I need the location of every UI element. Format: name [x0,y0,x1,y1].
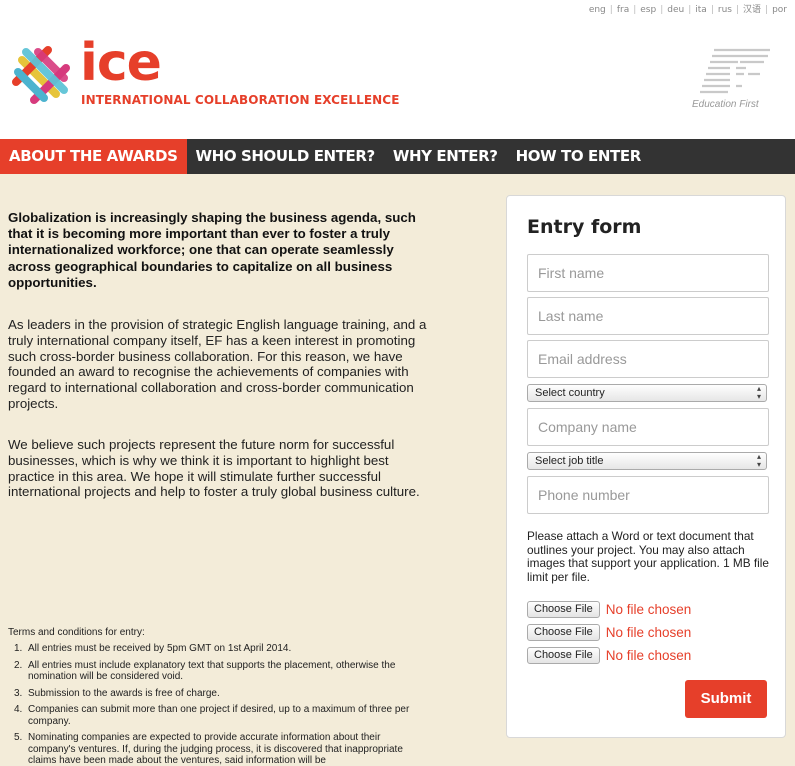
brand-tagline: INTERNATIONAL COLLABORATION EXCELLENCE [81,93,400,107]
job-title-select[interactable]: Select job title ▴ ▾ [527,452,767,470]
ef-caption: Education First [692,99,759,110]
list-item: 1. All entries must be received by 5pm GM… [8,643,430,655]
phone-field[interactable]: Phone number [527,476,769,514]
nav-why-enter[interactable]: WHY ENTER? [384,139,507,174]
file-status: No file chosen [605,624,692,640]
first-name-field[interactable]: First name [527,254,769,292]
file-status: No file chosen [605,647,692,663]
item-text: Submission to the awards is free of char… [28,687,220,699]
list-item: 4. Companies can submit more than one pro… [8,704,430,727]
item-number: 3. [14,687,23,699]
lang-ita[interactable]: ita [693,5,709,15]
file-input-2: Choose File No file chosen [527,623,691,641]
ice-logo-icon[interactable] [8,42,74,108]
select-arrows-icon: ▴ ▾ [756,452,761,469]
main-nav: ABOUT THE AWARDS WHO SHOULD ENTER? WHY E… [0,139,795,174]
ef-logo-icon[interactable] [694,44,774,98]
terms-title: Terms and conditions for entry: [8,627,145,638]
country-select-value: Select country [535,387,605,399]
submit-button[interactable]: Submit [685,680,767,718]
last-name-field[interactable]: Last name [527,297,769,335]
item-text: Nominating companies are expected to pro… [28,732,403,766]
lang-zh[interactable]: 汉语 [741,5,763,15]
file-status: No file chosen [605,601,692,617]
entry-form: Entry form First name Last name Email ad… [506,195,786,738]
file-input-3: Choose File No file chosen [527,646,691,664]
lang-deu[interactable]: deu [665,5,686,15]
item-text: All entries must include explanatory tex… [28,659,396,683]
file-input-1: Choose File No file chosen [527,600,691,618]
nav-how-to-enter[interactable]: HOW TO ENTER [507,139,650,174]
choose-file-button[interactable]: Choose File [527,646,600,664]
job-title-select-value: Select job title [535,455,604,467]
company-field[interactable]: Company name [527,408,769,446]
language-bar: eng | fra | esp | deu | ita | rus | 汉语 | por [587,5,789,15]
intro-lead: Globalization is increasingly shaping th… [8,210,416,290]
lang-eng[interactable]: eng [587,5,608,15]
brand-name[interactable]: ice [80,36,162,90]
intro-paragraph-2: We believe such projects represent the f… [8,437,420,500]
select-arrows-icon: ▴ ▾ [756,384,761,401]
nav-who-should-enter[interactable]: WHO SHOULD ENTER? [187,139,384,174]
lang-rus[interactable]: rus [716,5,734,15]
lang-fra[interactable]: fra [615,5,631,15]
list-item: 3. Submission to the awards is free of ch… [8,688,430,700]
country-select[interactable]: Select country ▴ ▾ [527,384,767,402]
terms-section: Terms and conditions for entry: 1. All en… [8,627,430,766]
lang-esp[interactable]: esp [638,5,658,15]
nav-about-the-awards[interactable]: ABOUT THE AWARDS [0,139,187,174]
item-number: 5. [14,732,23,743]
lang-por[interactable]: por [770,5,789,15]
list-item: 5. Nominating companies are expected to p… [8,732,430,766]
item-number: 2. [14,659,23,671]
site-header: eng | fra | esp | deu | ita | rus | 汉语 | por ice INTER… [0,0,795,139]
item-text: Companies can submit more than one proje… [28,704,410,727]
item-text: All entries must be received by 5pm GMT … [28,643,292,654]
attachment-help-text: Please attach a Word or text document th… [527,529,769,584]
form-title: Entry form [527,216,642,238]
list-item: 2. All entries must include explanatory t… [8,660,430,683]
choose-file-button[interactable]: Choose File [527,623,600,641]
terms-list: 1. All entries must be received by 5pm GM… [8,643,430,766]
item-number: 1. [14,643,23,654]
choose-file-button[interactable]: Choose File [527,600,600,618]
item-number: 4. [14,704,23,715]
intro-paragraph-1: As leaders in the provision of strategic… [8,317,427,411]
email-field[interactable]: Email address [527,340,769,378]
